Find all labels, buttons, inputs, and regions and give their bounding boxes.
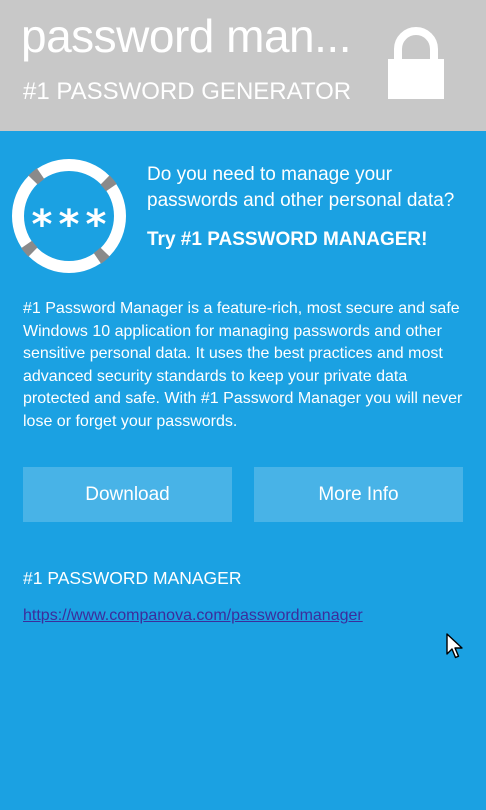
download-button[interactable]: Download (23, 467, 232, 522)
svg-text:*: * (59, 202, 80, 248)
more-info-button[interactable]: More Info (254, 467, 463, 522)
promo-description: #1 Password Manager is a feature-rich, m… (23, 300, 463, 430)
promo-tagline: Try #1 PASSWORD MANAGER! (147, 229, 428, 250)
password-asterisks-logo: * * * (12, 159, 126, 273)
app-title: password man... (21, 10, 351, 62)
app-header: password man... #1 PASSWORD GENERATOR (0, 0, 486, 131)
website-link[interactable]: https://www.companova.com/passwordmanage… (23, 604, 363, 628)
lock-icon (388, 27, 444, 99)
mouse-cursor-icon (446, 633, 463, 659)
app-subtitle: #1 PASSWORD GENERATOR (23, 78, 352, 105)
promo-question: Do you need to manage your passwords and… (147, 164, 455, 211)
section-title: #1 PASSWORD MANAGER (23, 568, 242, 588)
svg-text:*: * (32, 202, 53, 248)
svg-text:*: * (86, 202, 107, 248)
